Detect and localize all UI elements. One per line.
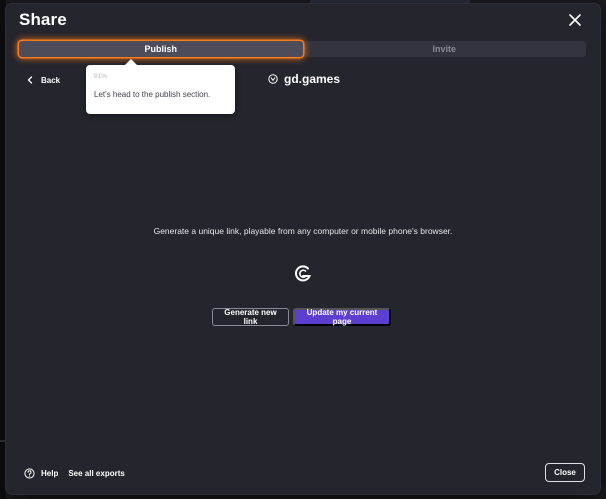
gdevelop-logo-icon xyxy=(295,265,311,282)
help-icon[interactable] xyxy=(24,467,35,479)
brand-header: gd.games xyxy=(268,72,340,86)
action-buttons: Generate new link Update my current page xyxy=(212,308,391,326)
back-label: Back xyxy=(41,75,61,85)
onboarding-tooltip: 91% Let's head to the publish section. xyxy=(86,59,235,114)
gdgames-logo-icon xyxy=(268,74,278,84)
brand-name: gd.games xyxy=(284,72,341,86)
back-button[interactable]: Back xyxy=(26,73,60,87)
generate-link-button[interactable]: Generate new link xyxy=(212,308,289,326)
update-page-button[interactable]: Update my current page xyxy=(293,308,391,326)
tab-publish[interactable]: Publish xyxy=(19,41,303,57)
tab-invite[interactable]: Invite xyxy=(302,41,586,57)
footer-links: Help See all exports xyxy=(24,467,125,479)
chevron-left-icon xyxy=(27,76,33,84)
tab-bar: Publish Invite xyxy=(19,41,586,57)
tooltip-message: Let's head to the publish section. xyxy=(94,90,211,99)
help-link[interactable]: Help xyxy=(41,469,58,478)
see-all-exports-link[interactable]: See all exports xyxy=(68,469,124,478)
publish-description: Generate a unique link, playable from an… xyxy=(153,226,453,236)
share-dialog: Share Publish Invite Back 91% Let's head… xyxy=(6,4,600,494)
close-button[interactable]: Close xyxy=(545,463,585,482)
dialog-title: Share xyxy=(19,10,67,29)
close-icon[interactable] xyxy=(568,13,582,27)
tooltip-progress: 91% xyxy=(94,73,108,80)
